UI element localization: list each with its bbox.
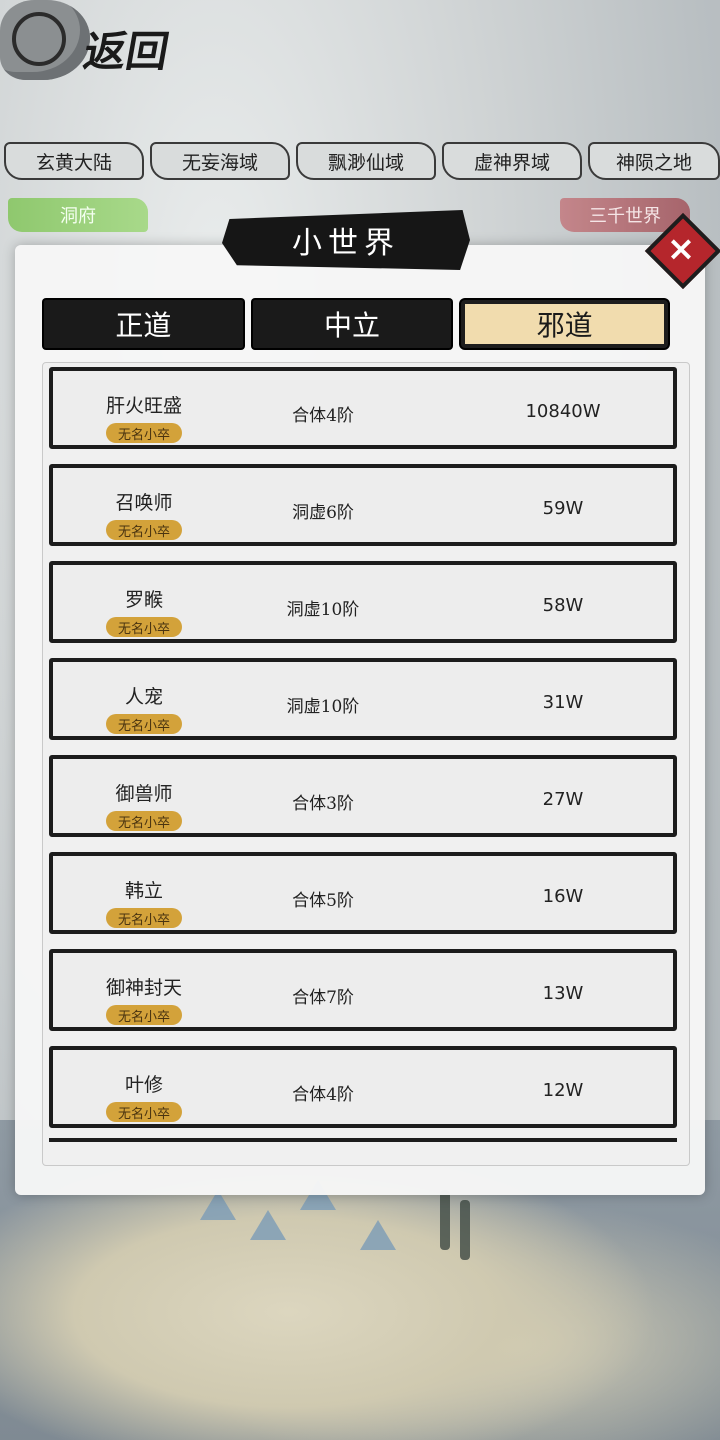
cultivation-realm: 合体5阶	[292, 891, 354, 911]
cultivation-realm: 合体4阶	[292, 406, 354, 426]
close-button[interactable]: ×	[644, 212, 720, 290]
combat-power: 58W	[542, 595, 584, 616]
cave-dwelling-button[interactable]: 洞府	[8, 198, 148, 232]
region-tab[interactable]: 神陨之地	[588, 142, 720, 180]
tab-neutral[interactable]: 中立	[252, 300, 452, 348]
cultivation-realm: 洞虚10阶	[286, 600, 360, 620]
combat-power: 31W	[542, 692, 584, 713]
combat-power: 27W	[542, 789, 584, 810]
rank-badge: 无名小卒	[106, 423, 182, 443]
cultivation-realm: 合体3阶	[292, 794, 354, 814]
cultivation-realm: 合体4阶	[292, 1085, 354, 1105]
combat-power: 16W	[542, 886, 584, 907]
rank-badge: 无名小卒	[106, 617, 182, 637]
cultivation-realm: 合体7阶	[292, 988, 354, 1008]
rank-badge: 无名小卒	[106, 908, 182, 928]
close-icon: ×	[666, 229, 696, 269]
player-name: 韩立	[124, 880, 163, 902]
list-item[interactable]: 御神封天 无名小卒 合体7阶 13W	[49, 949, 677, 1031]
rank-badge: 无名小卒	[106, 1005, 182, 1025]
list-item[interactable]: 韩立 无名小卒 合体5阶 16W	[49, 852, 677, 934]
ranking-list[interactable]: 肝火旺盛 无名小卒 合体4阶 10840W 召唤师 无名小卒 洞虚6阶 59W …	[42, 362, 690, 1166]
combat-power: 12W	[542, 1080, 584, 1101]
swirl-icon	[12, 12, 66, 66]
player-name: 人宠	[124, 686, 163, 708]
list-item[interactable]: 御兽师 无名小卒 合体3阶 27W	[49, 755, 677, 837]
rank-badge: 无名小卒	[106, 520, 182, 540]
back-label: 返回	[80, 27, 173, 76]
mountain-icon	[360, 1220, 396, 1250]
combat-power: 13W	[542, 983, 584, 1004]
rank-badge: 无名小卒	[106, 811, 182, 831]
tree-icon	[460, 1200, 470, 1260]
cultivation-realm: 洞虚10阶	[286, 697, 360, 717]
region-tab[interactable]: 虚神界域	[442, 142, 582, 180]
region-tab[interactable]: 无妄海域	[150, 142, 290, 180]
panel-title: 小世界	[222, 210, 470, 270]
list-item[interactable]: 召唤师 无名小卒 洞虚6阶 59W	[49, 464, 677, 546]
tab-righteous[interactable]: 正道	[44, 300, 243, 348]
list-item[interactable]: 罗睺 无名小卒 洞虚10阶 58W	[49, 561, 677, 643]
region-tab[interactable]: 玄黄大陆	[4, 142, 144, 180]
rank-badge: 无名小卒	[106, 714, 182, 734]
list-item[interactable]: 人宠 无名小卒 洞虚10阶 31W	[49, 658, 677, 740]
faction-tabs: 正道 中立 邪道	[44, 300, 669, 348]
player-name: 御兽师	[115, 783, 173, 805]
back-logo-button[interactable]: 返回	[0, 0, 190, 110]
list-item[interactable]: 肝火旺盛 无名小卒 合体4阶 10840W	[49, 367, 677, 449]
rank-badge: 无名小卒	[106, 1102, 182, 1122]
mountain-icon	[250, 1210, 286, 1240]
region-tab[interactable]: 飘渺仙域	[296, 142, 436, 180]
player-name: 肝火旺盛	[105, 395, 182, 417]
list-item-partial	[49, 1138, 677, 1154]
tree-icon	[440, 1190, 450, 1250]
list-item[interactable]: 叶修 无名小卒 合体4阶 12W	[49, 1046, 677, 1128]
player-name: 召唤师	[115, 492, 173, 514]
combat-power: 10840W	[525, 401, 601, 422]
tab-evil[interactable]: 邪道	[461, 300, 669, 348]
player-name: 罗睺	[124, 589, 163, 611]
cultivation-realm: 洞虚6阶	[292, 503, 354, 523]
player-name: 叶修	[124, 1074, 163, 1096]
combat-power: 59W	[542, 498, 584, 519]
player-name: 御神封天	[105, 977, 182, 999]
region-tabs: 玄黄大陆 无妄海域 飘渺仙域 虚神界域 神陨之地	[0, 142, 720, 182]
